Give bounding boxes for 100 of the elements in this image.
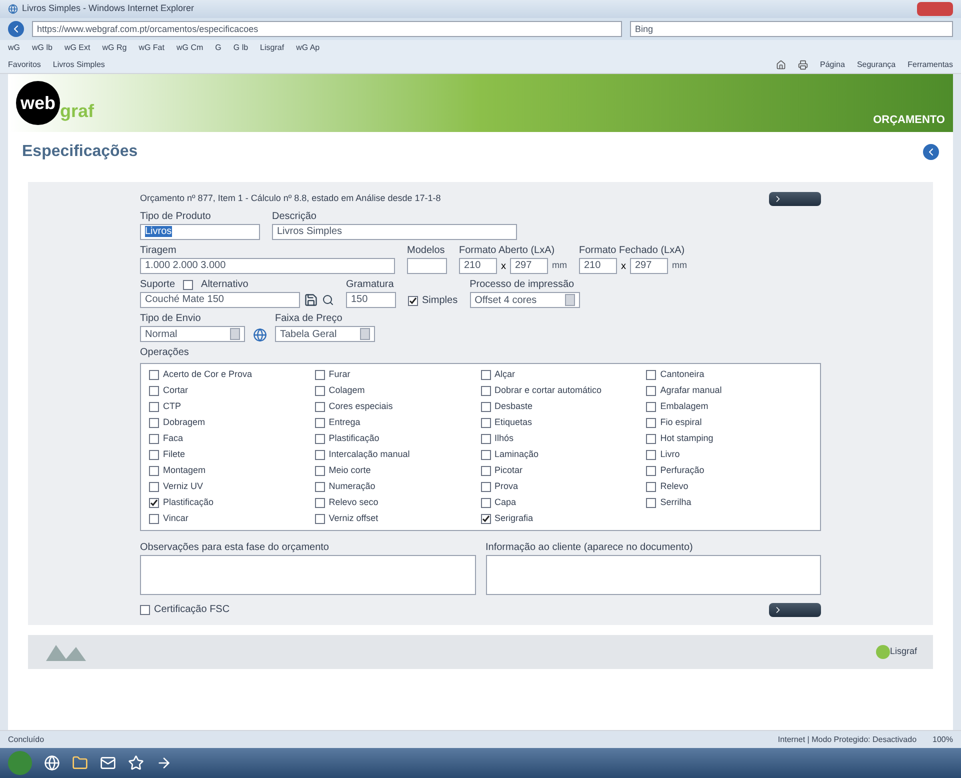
checkbox[interactable] bbox=[149, 386, 159, 396]
checkbox[interactable] bbox=[480, 466, 490, 476]
input-field[interactable]: Couché Mate 150 bbox=[140, 292, 300, 308]
checkbox[interactable] bbox=[480, 418, 490, 428]
checkbox[interactable] bbox=[646, 434, 656, 444]
checkbox[interactable] bbox=[646, 466, 656, 476]
favorites-link[interactable]: wG bbox=[8, 42, 20, 54]
navigation-button[interactable] bbox=[769, 602, 821, 616]
checkbox[interactable] bbox=[314, 514, 325, 524]
checkbox[interactable] bbox=[646, 386, 656, 396]
favorites-link[interactable]: wG lb bbox=[32, 42, 52, 54]
checkbox[interactable] bbox=[408, 296, 418, 306]
checkbox[interactable] bbox=[149, 498, 159, 508]
field-label: Processo de impressão bbox=[470, 278, 576, 292]
checkbox[interactable] bbox=[314, 370, 325, 380]
star-icon[interactable] bbox=[128, 755, 144, 771]
arrow-icon[interactable] bbox=[156, 755, 172, 771]
checkbox-label: Verniz UV bbox=[163, 480, 204, 494]
field-label: Modelos bbox=[407, 244, 446, 258]
input-field[interactable]: Livros Simples bbox=[272, 224, 517, 240]
notes-textarea[interactable] bbox=[486, 555, 821, 595]
checkbox[interactable] bbox=[646, 402, 656, 412]
checkbox[interactable] bbox=[149, 370, 159, 380]
checkbox[interactable] bbox=[314, 482, 325, 492]
checkbox[interactable] bbox=[480, 402, 490, 412]
back-button[interactable] bbox=[8, 21, 24, 37]
checkbox[interactable] bbox=[314, 450, 325, 460]
close-button[interactable] bbox=[917, 2, 953, 16]
checkbox[interactable] bbox=[149, 450, 159, 460]
checkbox[interactable] bbox=[480, 370, 490, 380]
navigation-button[interactable] bbox=[769, 192, 821, 206]
checkbox[interactable] bbox=[314, 434, 325, 444]
checkbox[interactable] bbox=[646, 498, 656, 508]
checkbox[interactable] bbox=[646, 370, 656, 380]
checkbox[interactable] bbox=[480, 386, 490, 396]
globe-icon[interactable] bbox=[253, 328, 267, 342]
favorites-link[interactable]: Lisgraf bbox=[260, 42, 284, 54]
favorites-link[interactable]: G bbox=[215, 42, 222, 54]
checkbox[interactable] bbox=[149, 418, 159, 428]
input-field[interactable]: 150 bbox=[346, 292, 396, 308]
checkbox[interactable] bbox=[646, 482, 656, 492]
checkbox[interactable] bbox=[314, 418, 325, 428]
field-label: Faixa de Preço bbox=[275, 312, 344, 326]
checkbox[interactable] bbox=[480, 514, 490, 524]
dropdown[interactable]: Normal bbox=[140, 326, 245, 342]
favorites-link[interactable]: wG Cm bbox=[176, 42, 204, 54]
checkbox[interactable] bbox=[149, 402, 159, 412]
save-icon[interactable] bbox=[304, 293, 318, 307]
favorites-link[interactable]: wG Rg bbox=[102, 42, 127, 54]
home-icon[interactable] bbox=[776, 60, 786, 70]
checkbox-label: Cantoneira bbox=[660, 368, 704, 382]
input-field[interactable]: 210 bbox=[459, 258, 497, 274]
mail-icon[interactable] bbox=[100, 755, 116, 771]
favorites-link[interactable]: wG Ext bbox=[64, 42, 90, 54]
checkbox[interactable] bbox=[480, 434, 490, 444]
input-field[interactable]: 1.000 2.000 3.000 bbox=[140, 258, 395, 274]
checkbox-label: Agrafar manual bbox=[660, 384, 722, 398]
checkbox[interactable] bbox=[314, 386, 325, 396]
tab-link[interactable]: Livros Simples bbox=[52, 58, 105, 70]
checkbox[interactable] bbox=[314, 402, 325, 412]
checkbox[interactable] bbox=[646, 418, 656, 428]
input-field[interactable]: 210 bbox=[579, 258, 617, 274]
browser-icon[interactable] bbox=[44, 755, 60, 771]
checkbox[interactable] bbox=[183, 280, 194, 290]
dropdown[interactable]: Tabela Geral bbox=[275, 326, 375, 342]
search-icon[interactable] bbox=[322, 294, 334, 306]
search-field[interactable]: Bing bbox=[630, 21, 953, 37]
input-field[interactable]: Livros bbox=[140, 224, 260, 240]
checkbox-label: Serigrafia bbox=[494, 512, 534, 526]
favorites-link[interactable]: G lb bbox=[233, 42, 248, 54]
checkbox[interactable] bbox=[480, 482, 490, 492]
checkbox[interactable] bbox=[149, 466, 159, 476]
checkbox-label: Picotar bbox=[494, 464, 523, 478]
address-bar[interactable]: https://www.webgraf.com.pt/orcamentos/especificacoes bbox=[32, 21, 622, 37]
checkbox[interactable] bbox=[149, 482, 159, 492]
favorites-link[interactable]: wG Ap bbox=[296, 42, 320, 54]
input-field[interactable]: 297 bbox=[510, 258, 548, 274]
command-menu[interactable]: Página bbox=[820, 58, 845, 70]
checkbox[interactable] bbox=[480, 450, 490, 460]
checkbox[interactable] bbox=[140, 604, 150, 614]
print-icon[interactable] bbox=[798, 60, 808, 70]
dropdown[interactable]: Offset 4 cores bbox=[470, 292, 580, 308]
input-field[interactable] bbox=[407, 258, 447, 274]
security-zone: Internet | Modo Protegido: Desactivado bbox=[778, 734, 917, 746]
checkbox[interactable] bbox=[480, 498, 490, 508]
input-field[interactable]: 297 bbox=[630, 258, 668, 274]
tab-link[interactable]: Favoritos bbox=[8, 58, 41, 70]
notes-textarea[interactable] bbox=[140, 555, 476, 595]
start-button[interactable] bbox=[8, 751, 32, 775]
command-menu[interactable]: Ferramentas bbox=[908, 58, 953, 70]
command-menu[interactable]: Segurança bbox=[856, 58, 896, 70]
back-button[interactable] bbox=[923, 144, 939, 160]
field-label: Suporte bbox=[140, 278, 176, 292]
checkbox[interactable] bbox=[314, 466, 325, 476]
folder-icon[interactable] bbox=[72, 755, 88, 771]
checkbox[interactable] bbox=[149, 514, 159, 524]
checkbox[interactable] bbox=[149, 434, 159, 444]
checkbox[interactable] bbox=[314, 498, 325, 508]
checkbox[interactable] bbox=[646, 450, 656, 460]
favorites-link[interactable]: wG Fat bbox=[138, 42, 164, 54]
